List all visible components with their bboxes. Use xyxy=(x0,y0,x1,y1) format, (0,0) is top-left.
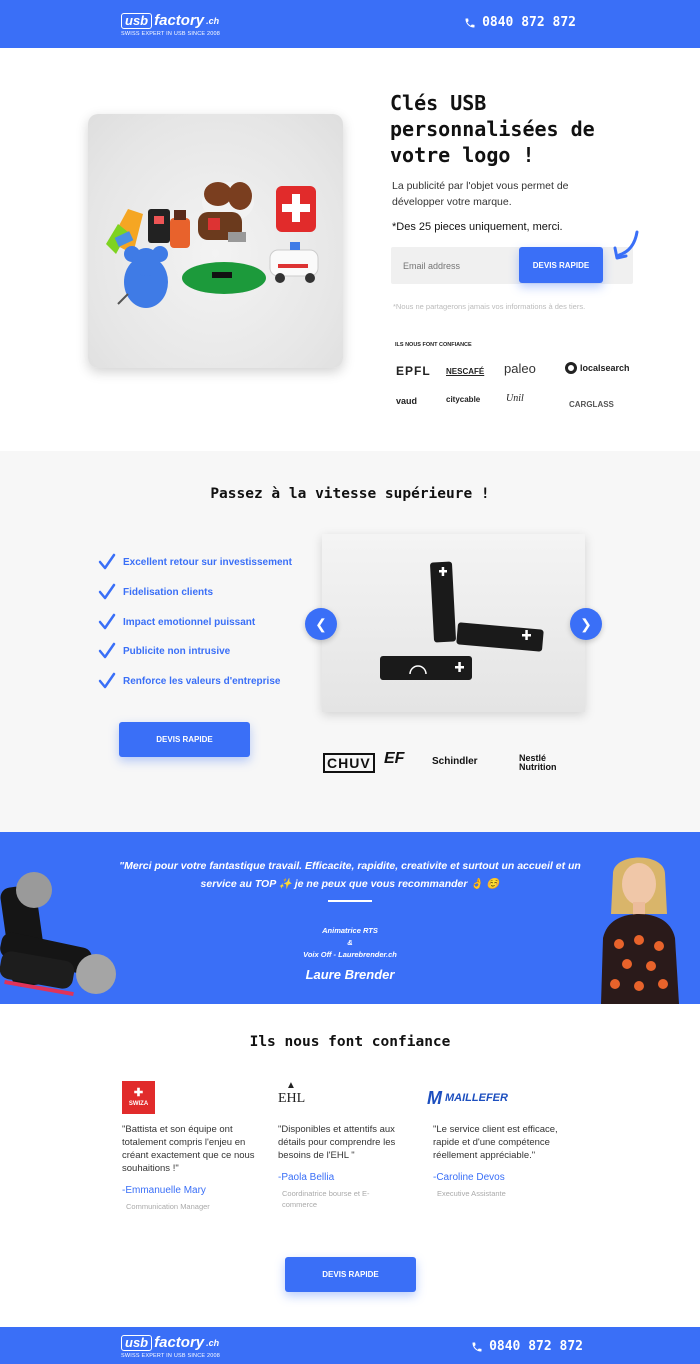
quick-quote-button[interactable]: DEVIS RAPIDE xyxy=(119,722,250,757)
feature-item: Fidelisation clients xyxy=(98,583,213,601)
site-footer: usb factory .ch SWISS EXPERT IN USB SINC… xyxy=(0,1327,700,1364)
trust-logo-ehl: ▲ EHL xyxy=(278,1081,418,1115)
logo-usb: usb xyxy=(121,12,153,29)
ehl-roof-icon: ▲ xyxy=(286,1080,296,1091)
testimonial-role: Animatrice RTS & Voix Off - Laurebrender… xyxy=(250,925,450,961)
trust-title: Ils nous font confiance xyxy=(249,1034,451,1050)
trust-logo-swiza: ✚ SWIZA xyxy=(122,1081,262,1115)
testimonial-quote: "Merci pour votre fantastique travail. E… xyxy=(119,860,581,890)
check-icon xyxy=(98,613,116,630)
trust-logo-label: SWIZA xyxy=(128,1100,149,1107)
slider-prev-button[interactable]: ❮ xyxy=(305,608,337,640)
logo-tagline: SWISS EXPERT IN USB SINCE 2008 xyxy=(121,1353,221,1359)
logo-factory: factory xyxy=(154,12,205,29)
privacy-note: *Nous ne partagerons jamais vos informat… xyxy=(393,302,586,311)
feature-label: Renforce les valeurs d'entreprise xyxy=(123,675,281,687)
maillefer-m-icon: M xyxy=(427,1087,442,1108)
brand-epfl: EPFL xyxy=(396,364,431,378)
trust-logo-label: EHL xyxy=(278,1091,306,1106)
trust-person-title: Executive Assistante xyxy=(437,1189,506,1198)
trust-quote: "Battista et son équipe ont totalement c… xyxy=(122,1124,255,1174)
header-phone-number: 0840 872 872 xyxy=(482,15,576,30)
testimonial-role-line1: Animatrice RTS xyxy=(322,926,378,935)
check-icon xyxy=(98,553,116,570)
feature-label: Impact emotionnel puissant xyxy=(123,616,256,628)
check-icon xyxy=(98,642,116,659)
trust-person-title: Communication Manager xyxy=(126,1202,210,1211)
chevron-right-icon: ❯ xyxy=(580,615,592,632)
footer-logo[interactable]: usb factory .ch SWISS EXPERT IN USB SINC… xyxy=(121,1334,220,1359)
client-logo-nestle: Nestlé Nutrition xyxy=(519,753,557,772)
hero-product-image xyxy=(88,114,343,368)
hero-subtitle: La publicité par l'objet vous permet de … xyxy=(392,180,569,208)
trust-quote: "Disponibles et attentifs aux détails po… xyxy=(278,1124,396,1161)
testimonial-portrait xyxy=(601,857,679,1004)
brand-paleo: paleo xyxy=(504,361,536,376)
hero-note: *Des 25 pieces uniquement, merci. xyxy=(392,221,563,233)
brand-citycable: citycable xyxy=(446,395,481,404)
trust-card: ✚ SWIZA "Battista et son équipe ont tota… xyxy=(122,1081,262,1212)
site-logo[interactable]: usb factory .ch SWISS EXPERT IN USB SINC… xyxy=(121,12,220,37)
trust-card: ▲ EHL "Disponibles et attentifs aux déta… xyxy=(278,1081,418,1210)
testimonial-role-amp: & xyxy=(347,938,353,947)
logo-usb: usb xyxy=(121,1334,153,1351)
feature-item: Impact emotionnel puissant xyxy=(98,613,255,631)
logo-ch: .ch xyxy=(206,1337,220,1348)
feature-label: Excellent retour sur investissement xyxy=(123,556,292,568)
features-title: Passez à la vitesse supérieure ! xyxy=(210,486,490,502)
chevron-left-icon: ❮ xyxy=(315,615,327,632)
testimonial-name: Laure Brender xyxy=(305,967,395,982)
swiss-cross-icon: ✚ xyxy=(133,1086,144,1099)
trust-logo-maillefer: M MAILLEFER xyxy=(427,1081,573,1115)
hero-title: Clés USB personnalisées de votre logo ! xyxy=(390,91,595,167)
product-slider[interactable] xyxy=(322,534,585,712)
logo-tagline: SWISS EXPERT IN USB SINCE 2008 xyxy=(121,31,221,37)
trust-person-title: Coordinatrice bourse et E-commerce xyxy=(282,1189,370,1209)
arrow-icon xyxy=(613,230,639,260)
brand-carglass: CARGLASS xyxy=(569,400,614,409)
email-input[interactable] xyxy=(391,247,521,284)
footer-phone[interactable]: 0840 872 872 xyxy=(471,1339,583,1354)
trust-logo-label: MAILLEFER xyxy=(445,1092,508,1104)
brand-unil: Unil xyxy=(506,393,524,404)
footer-phone-number: 0840 872 872 xyxy=(489,1339,583,1354)
client-logo-chuv: CHUV xyxy=(323,753,375,773)
check-icon xyxy=(98,672,116,689)
trust-person: -Caroline Devos xyxy=(433,1172,505,1183)
trust-person: -Paola Bellia xyxy=(278,1172,335,1183)
quote-divider xyxy=(328,900,372,902)
logo-ch: .ch xyxy=(206,15,220,26)
brand-localsearch: localsearch xyxy=(565,362,630,374)
trust-person: -Emmanuelle Mary xyxy=(122,1185,206,1196)
slider-next-button[interactable]: ❯ xyxy=(570,608,602,640)
trust-card: M MAILLEFER "Le service client est effic… xyxy=(427,1081,573,1199)
localsearch-icon xyxy=(565,362,577,374)
brand-vaud: vaud xyxy=(396,396,418,406)
check-icon xyxy=(98,583,116,600)
slider-image xyxy=(380,561,544,680)
trust-label: ILS NOUS FONT CONFIANCE xyxy=(395,342,472,348)
phone-icon xyxy=(465,18,475,27)
client-logo-ef: EF xyxy=(384,750,405,767)
feature-label: Publicite non intrusive xyxy=(123,645,231,657)
client-logo-schindler: Schindler xyxy=(432,756,478,767)
site-header: usb factory .ch SWISS EXPERT IN USB SINC… xyxy=(0,0,700,48)
phone-icon xyxy=(472,1342,482,1351)
feature-item: Excellent retour sur investissement xyxy=(98,553,292,571)
testimonial-role-line2: Voix Off - Laurebrender.ch xyxy=(303,950,397,959)
feature-label: Fidelisation clients xyxy=(123,586,214,598)
brand-nescafe: NESCAFÉ xyxy=(446,367,485,376)
header-phone[interactable]: 0840 872 872 xyxy=(464,15,576,30)
quick-quote-button[interactable]: DEVIS RAPIDE xyxy=(285,1257,416,1292)
feature-item: Renforce les valeurs d'entreprise xyxy=(98,672,280,690)
feature-item: Publicite non intrusive xyxy=(98,642,230,660)
quick-quote-button[interactable]: DEVIS RAPIDE xyxy=(519,247,603,283)
trust-quote: "Le service client est efficace, rapide … xyxy=(433,1124,558,1161)
localsearch-label: localsearch xyxy=(580,363,630,373)
logo-factory: factory xyxy=(154,1334,205,1351)
